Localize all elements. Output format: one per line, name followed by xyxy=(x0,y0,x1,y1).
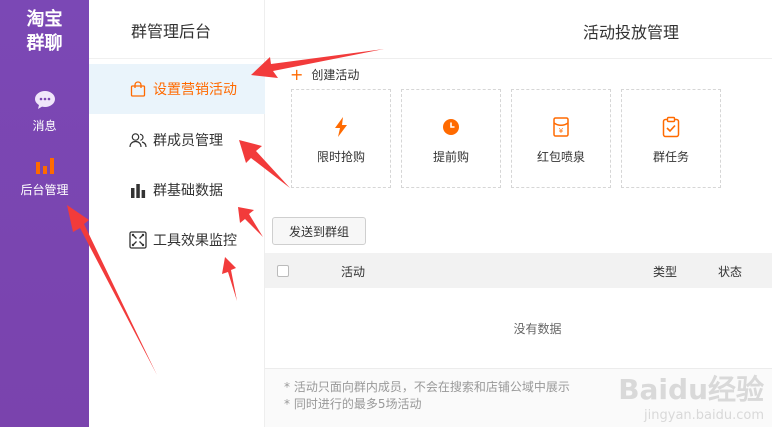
sidebar-item-label: 设置营销活动 xyxy=(153,82,237,98)
sidebar-divider xyxy=(89,58,265,59)
svg-text:¥: ¥ xyxy=(559,127,564,135)
rail-item-admin[interactable]: 后台管理 xyxy=(0,156,89,198)
sidebar-item-marketing[interactable]: 设置营销活动 xyxy=(89,64,265,114)
app-logo: 淘宝 群聊 xyxy=(0,8,89,56)
card-label: 限时抢购 xyxy=(316,150,365,164)
sidebar-item-label: 群基础数据 xyxy=(153,183,223,199)
plus-icon: + xyxy=(290,64,304,84)
bar-chart-icon xyxy=(129,181,147,199)
select-all-checkbox[interactable] xyxy=(277,265,289,277)
create-activity-button[interactable]: + 创建活动 xyxy=(290,66,359,83)
logo-line-2: 群聊 xyxy=(26,33,63,54)
column-header-status: 状态 xyxy=(718,265,743,279)
watermark-line-1: Baidu经验 xyxy=(618,373,764,406)
sidebar-item-basic-data[interactable]: 群基础数据 xyxy=(89,165,265,215)
card-pre-purchase[interactable]: 提前购 xyxy=(401,89,501,188)
watermark-line-2: jingyan.baidu.com xyxy=(644,408,764,423)
bar-chart-icon xyxy=(0,156,89,177)
clock-icon xyxy=(440,116,462,138)
rail-item-messages-label: 消息 xyxy=(32,119,57,133)
chat-bubble-icon xyxy=(0,90,89,113)
card-red-packet-fountain[interactable]: ¥ 红包喷泉 xyxy=(511,89,611,188)
sidebar-item-tool-monitor[interactable]: 工具效果监控 xyxy=(89,215,265,265)
monitor-icon xyxy=(129,231,147,249)
watermark: Baidu经验 jingyan.baidu.com xyxy=(618,368,764,423)
column-header-activity: 活动 xyxy=(341,265,366,279)
logo-line-1: 淘宝 xyxy=(26,9,63,30)
card-label: 红包喷泉 xyxy=(536,150,585,164)
empty-state: 没有数据 xyxy=(513,322,562,336)
app-window: 淘宝 群聊 消息 后台管理 群管理后台 设置营销活动 群成员管理 群基础数据 工… xyxy=(0,0,772,427)
send-to-group-button[interactable]: 发送到群组 xyxy=(272,217,366,245)
lightning-icon xyxy=(330,116,352,138)
page-title: 活动投放管理 xyxy=(583,23,680,42)
card-flash-sale[interactable]: 限时抢购 xyxy=(291,89,391,188)
column-header-type: 类型 xyxy=(653,265,678,279)
create-activity-label: 创建活动 xyxy=(311,68,360,82)
rail-item-admin-label: 后台管理 xyxy=(20,183,69,197)
main-header: 活动投放管理 xyxy=(265,0,772,59)
card-group-task[interactable]: 群任务 xyxy=(621,89,721,188)
table-header: 活动 类型 状态 xyxy=(265,253,772,288)
card-label: 群任务 xyxy=(652,150,689,164)
sidebar-item-label: 群成员管理 xyxy=(153,133,223,149)
activity-type-cards: 限时抢购 提前购 ¥ 红包喷泉 群任务 xyxy=(291,89,731,188)
sidebar-item-members[interactable]: 群成员管理 xyxy=(89,115,265,165)
rail-item-messages[interactable]: 消息 xyxy=(0,90,89,134)
red-packet-icon: ¥ xyxy=(550,116,572,138)
clipboard-check-icon xyxy=(660,116,682,138)
main-panel: 活动投放管理 + 创建活动 限时抢购 提前购 ¥ 红包喷泉 群任务 发送到群组 … xyxy=(265,0,772,427)
users-icon xyxy=(129,131,147,149)
sidebar-item-label: 工具效果监控 xyxy=(153,233,237,249)
sidebar: 群管理后台 设置营销活动 群成员管理 群基础数据 工具效果监控 xyxy=(89,0,265,427)
card-label: 提前购 xyxy=(432,150,469,164)
shopping-bag-icon xyxy=(129,80,147,98)
sidebar-title: 群管理后台 xyxy=(131,22,212,41)
left-rail: 淘宝 群聊 消息 后台管理 xyxy=(0,0,89,427)
